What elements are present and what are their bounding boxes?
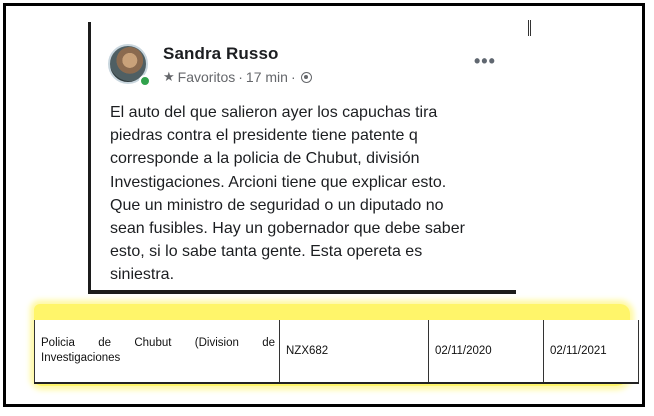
post-body-line: sean fusibles. Hay un gobernador que deb…: [110, 220, 465, 238]
post-body-line: piedras contra el presidente tiene paten…: [110, 127, 418, 145]
table-row: Policia de Chubut (Division de Investiga…: [34, 320, 639, 384]
more-options-icon[interactable]: •••: [474, 52, 496, 70]
post-meta: ★ Favoritos · 17 min ·: [163, 69, 312, 85]
post-body-line: siniestra.: [110, 266, 175, 284]
post-body-line: esto, si lo sabe tanta gente. Esta opere…: [110, 243, 423, 261]
post-body-line: corresponde a la policia de Chubut, divi…: [110, 150, 420, 168]
post-body: El auto del que salieron ayer los capuch…: [110, 101, 510, 287]
author-name[interactable]: Sandra Russo: [163, 44, 279, 64]
online-status-icon: [139, 75, 151, 87]
globe-icon: [300, 71, 312, 83]
date-to-cell: 02/11/2021: [543, 320, 639, 384]
meta-separator: ·: [238, 69, 243, 85]
vehicle-record-table: Policia de Chubut (Division de Investiga…: [34, 320, 639, 384]
meta-separator: ·: [290, 69, 296, 85]
post-body-line: Que un ministro de seguridad o un diputa…: [110, 196, 444, 214]
post-body-line: El auto del que salieron ayer los capuch…: [110, 104, 438, 121]
text-cursor-icon: [528, 20, 531, 36]
screenshot-frame: Sandra Russo ★ Favoritos · 17 min · ••• …: [3, 3, 645, 407]
post-body-line: Investigaciones. Arcioni tiene que expli…: [110, 173, 447, 191]
audience-label[interactable]: Favoritos: [178, 69, 236, 85]
facebook-post: Sandra Russo ★ Favoritos · 17 min · ••• …: [91, 22, 516, 290]
plate-cell: NZX682: [279, 320, 429, 384]
post-time[interactable]: 17 min: [246, 69, 288, 85]
star-icon: ★: [163, 69, 175, 84]
date-from-cell: 02/11/2020: [428, 320, 544, 384]
owner-cell: Policia de Chubut (Division de Investiga…: [34, 320, 280, 384]
